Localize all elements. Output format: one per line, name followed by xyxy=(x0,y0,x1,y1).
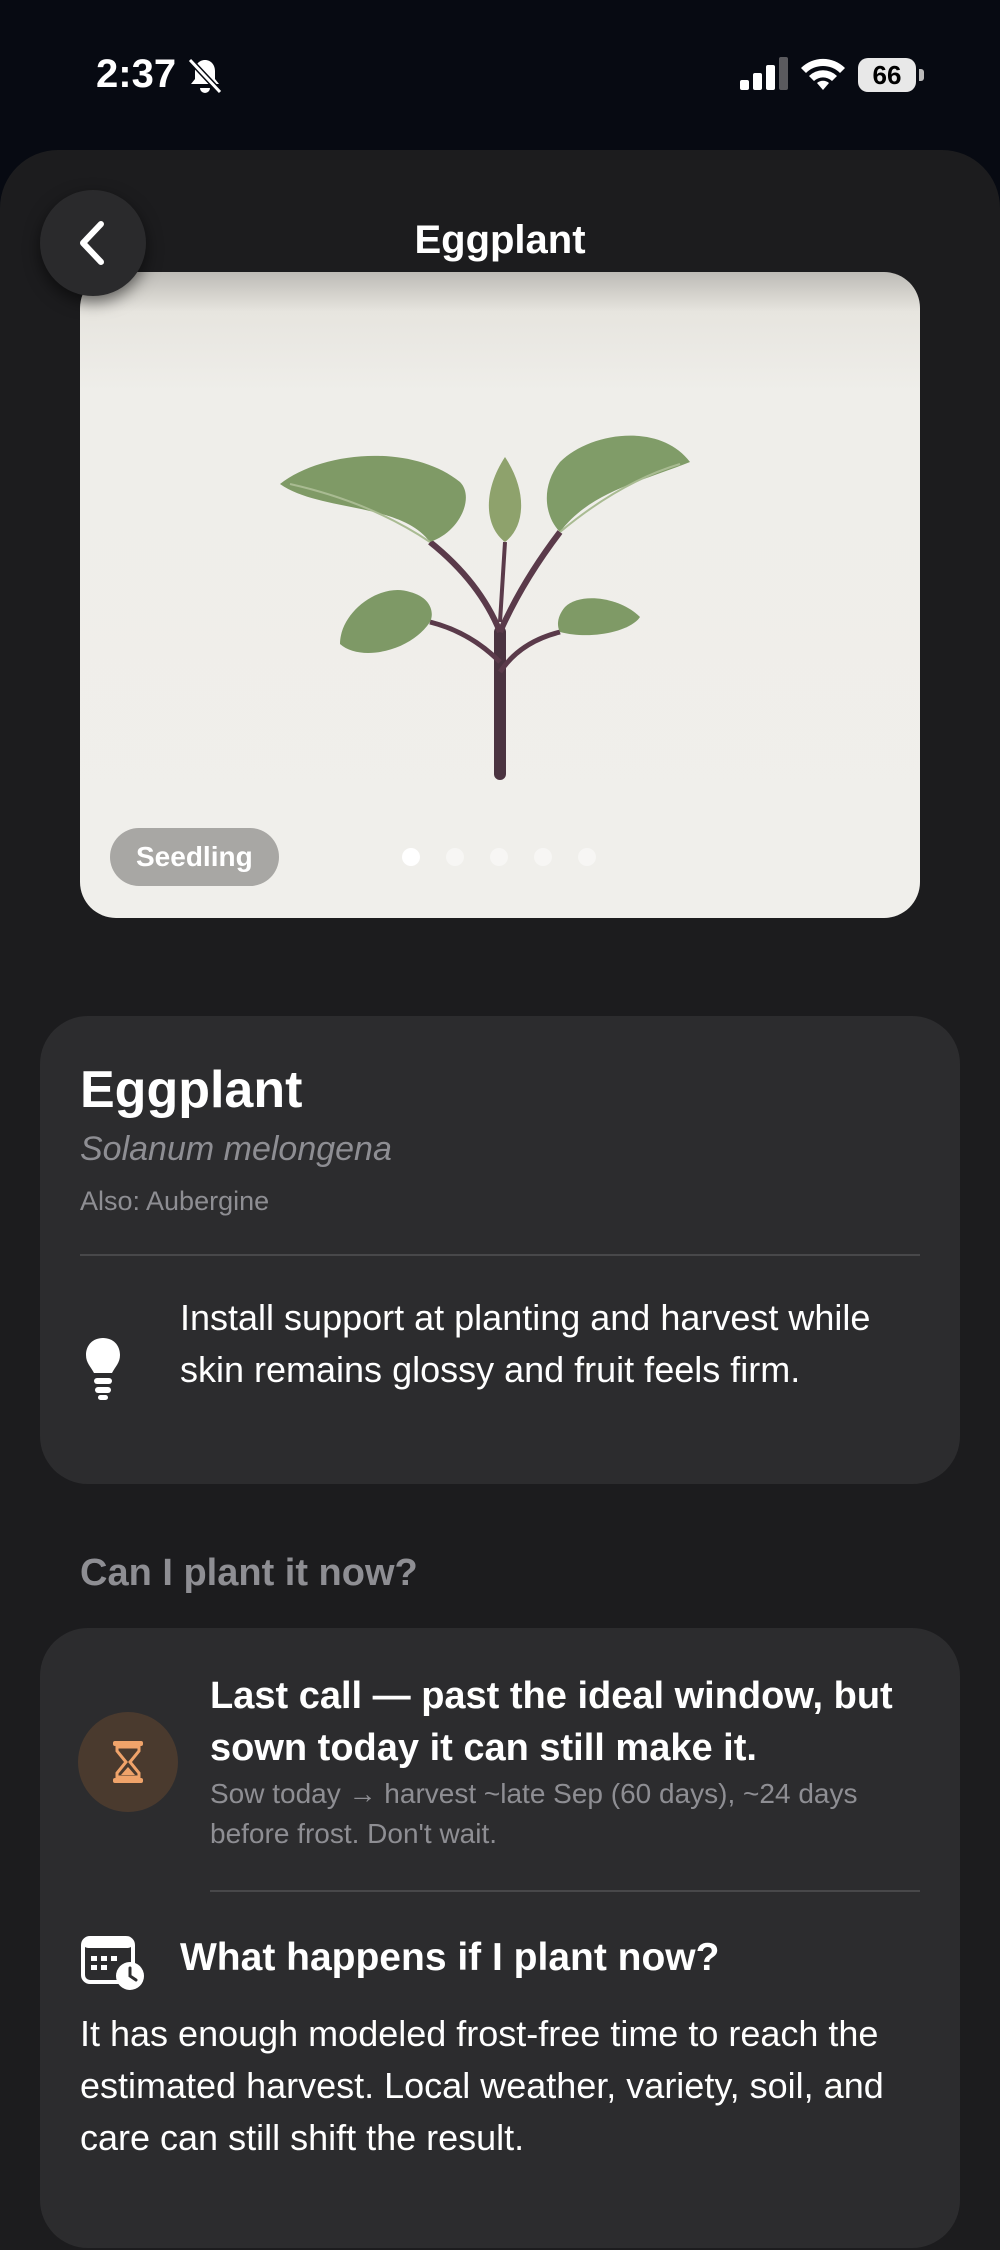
plant-name: Eggplant xyxy=(80,1061,303,1119)
silent-bell-icon xyxy=(187,57,223,95)
page-dot[interactable] xyxy=(534,848,552,866)
battery-level: 66 xyxy=(858,58,916,92)
page-dot[interactable] xyxy=(490,848,508,866)
hourglass-icon xyxy=(113,1741,143,1783)
cellular-signal-icon xyxy=(740,57,788,90)
chevron-left-icon xyxy=(80,221,104,265)
back-button[interactable] xyxy=(40,190,146,296)
battery-tip xyxy=(919,69,924,81)
plant-image xyxy=(280,435,690,780)
nav-title: Eggplant xyxy=(414,218,586,262)
what-happens-text: It has enough modeled frost-free time to… xyxy=(80,2013,884,2158)
plant-image-gallery[interactable]: Seedling xyxy=(80,272,920,918)
plant-info-card: Eggplant Solanum melongena Also: Aubergi… xyxy=(40,1016,960,1484)
hourglass-badge xyxy=(78,1712,178,1812)
gallery-page-indicator[interactable] xyxy=(402,848,596,866)
divider xyxy=(210,1890,920,1892)
battery-indicator: 66 xyxy=(858,58,926,92)
page-dot[interactable] xyxy=(446,848,464,866)
wifi-icon xyxy=(801,58,845,90)
growing-tip: Install support at planting and harvest … xyxy=(180,1297,871,1390)
planting-status-detail: Sow today → harvest ~late Sep (60 days),… xyxy=(210,1778,858,1849)
divider xyxy=(80,1254,920,1256)
what-happens-title: What happens if I plant now? xyxy=(180,1936,720,1979)
section-title: Can I plant it now? xyxy=(80,1552,418,1594)
alternate-name: Also: Aubergine xyxy=(80,1186,270,1216)
lightbulb-icon xyxy=(86,1338,120,1400)
calendar-clock-icon xyxy=(81,1936,144,1990)
scientific-name: Solanum melongena xyxy=(80,1130,392,1168)
page-dot[interactable] xyxy=(402,848,420,866)
page-dot[interactable] xyxy=(578,848,596,866)
planting-status-headline: Last call — past the ideal window, but s… xyxy=(210,1675,893,1769)
status-time: 2:37 xyxy=(96,52,177,96)
growth-stage-badge: Seedling xyxy=(110,828,279,886)
planting-window-card: Last call — past the ideal window, but s… xyxy=(40,1628,960,2248)
status-bar: 2:37 66 xyxy=(0,0,1000,150)
